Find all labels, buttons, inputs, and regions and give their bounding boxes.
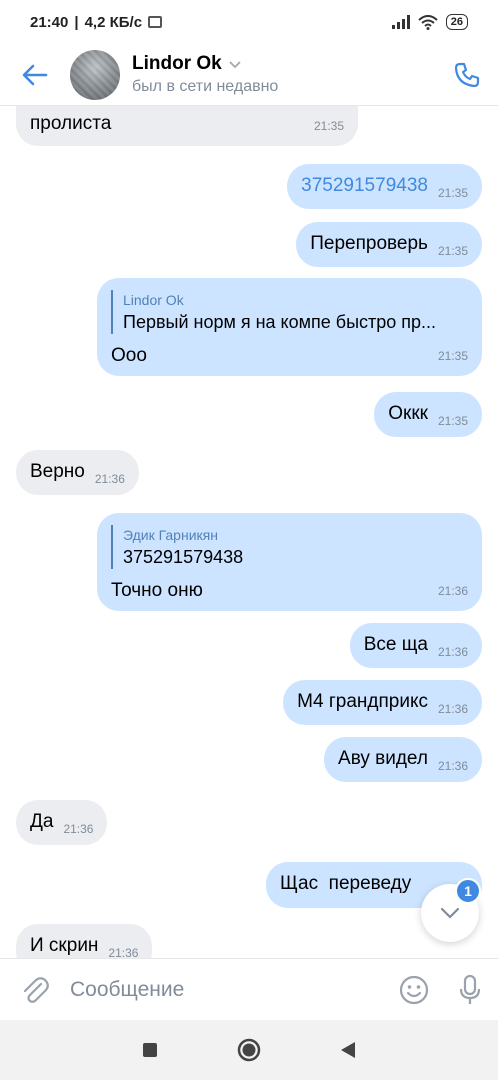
- back-nav-button[interactable]: [328, 1030, 368, 1070]
- notification-icon: [148, 16, 163, 28]
- message-bubble-outgoing[interactable]: Все ща 21:36: [349, 623, 482, 668]
- message-input[interactable]: [70, 977, 386, 1002]
- reply-text: 375291579438: [123, 547, 244, 567]
- arrow-left-icon: [22, 64, 48, 85]
- message-text: М4 грандприкс: [297, 691, 428, 712]
- chat-subtitle: был в сети недавно: [132, 78, 279, 95]
- message-bubble-outgoing[interactable]: Lindor Ok Первый норм я на компе быстро …: [97, 278, 482, 376]
- chat-header: Lindor Ok был в сети недавно: [0, 44, 498, 106]
- message-bubble-outgoing[interactable]: Перепроверь 21:35: [296, 222, 482, 267]
- battery-indicator: 26: [445, 14, 468, 30]
- attach-button[interactable]: [0, 959, 70, 1021]
- reply-text: Первый норм я на компе быстро пр...: [123, 312, 437, 332]
- message-time: 21:35: [437, 186, 468, 200]
- message-bubble-incoming[interactable]: пролиста 21:35: [16, 106, 358, 146]
- message-time: 21:36: [437, 584, 468, 598]
- message-time: 21:35: [437, 244, 468, 258]
- message-time: 21:36: [437, 702, 468, 716]
- message-time: 21:35: [313, 119, 344, 133]
- message-bubble-outgoing[interactable]: Аву видел 21:36: [324, 737, 482, 782]
- status-bar: 21:40 | 4,2 КБ/с 26: [0, 0, 498, 44]
- message-text: Перепроверь: [310, 233, 428, 254]
- message-bubble-outgoing[interactable]: 375291579438 21:35: [287, 164, 482, 209]
- system-nav-bar: [0, 1020, 498, 1080]
- message-text: Оккк: [388, 403, 428, 424]
- back-button[interactable]: [0, 44, 70, 106]
- circle-icon: [237, 1038, 261, 1062]
- unread-badge: 1: [455, 878, 481, 904]
- wifi-icon: [418, 14, 438, 30]
- message-time: 21:36: [437, 645, 468, 659]
- message-list[interactable]: пролиста 21:35 375291579438 21:35 Перепро…: [0, 106, 498, 958]
- chevron-down-icon: [229, 61, 241, 69]
- microphone-button[interactable]: [442, 959, 498, 1021]
- status-right: 26: [391, 14, 468, 30]
- reply-author: Эдик Гарникян: [123, 527, 218, 543]
- message-time: 21:35: [437, 349, 468, 363]
- message-time: 21:36: [108, 946, 139, 958]
- message-bubble-outgoing[interactable]: Оккк 21:35: [374, 392, 482, 437]
- message-text: Все ща: [363, 634, 428, 655]
- phone-icon: [454, 62, 480, 87]
- message-time: 21:36: [437, 759, 468, 773]
- status-time: 21:40: [30, 13, 69, 31]
- message-bubble-incoming[interactable]: Да 21:36: [16, 800, 108, 845]
- message-text: Щас переведу: [280, 873, 412, 894]
- paperclip-icon: [23, 976, 49, 1003]
- square-icon: [142, 1043, 157, 1057]
- message-text: Аву видел: [338, 748, 428, 769]
- signal-icon: [391, 15, 410, 29]
- microphone-icon: [459, 974, 481, 1004]
- reply-quote[interactable]: Эдик Гарникян 375291579438: [111, 525, 468, 569]
- message-time: 21:35: [437, 414, 468, 428]
- chat-title-block[interactable]: Lindor Ok был в сети недавно: [132, 53, 436, 96]
- status-speed: 4,2 КБ/с: [84, 13, 143, 31]
- recents-button[interactable]: [130, 1030, 170, 1070]
- status-left: 21:40 | 4,2 КБ/с: [30, 13, 163, 31]
- message-text: Верно: [30, 461, 85, 482]
- triangle-back-icon: [341, 1042, 356, 1058]
- message-time: 21:36: [94, 472, 125, 486]
- reply-author: Lindor Ok: [123, 292, 184, 308]
- avatar[interactable]: [70, 49, 120, 100]
- message-bubble-incoming[interactable]: Верно 21:36: [16, 450, 139, 495]
- home-button[interactable]: [229, 1030, 269, 1070]
- emoji-button[interactable]: [386, 959, 442, 1021]
- message-bubble-outgoing[interactable]: Эдик Гарникян 375291579438 Точно оню 21:…: [97, 513, 482, 611]
- message-text: И скрин: [30, 935, 99, 956]
- reply-quote[interactable]: Lindor Ok Первый норм я на компе быстро …: [111, 290, 468, 334]
- message-text: пролиста: [30, 113, 112, 134]
- chevron-down-icon: [440, 907, 460, 919]
- message-bubble-outgoing[interactable]: М4 грандприкс 21:36: [283, 680, 482, 725]
- message-bubble-incoming[interactable]: И скрин 21:36: [16, 924, 153, 958]
- phone-link[interactable]: 375291579438: [301, 175, 428, 196]
- message-composer: [0, 958, 498, 1020]
- chat-title: Lindor Ok: [132, 53, 222, 74]
- message-text: Точно оню: [111, 580, 203, 601]
- message-time: 21:36: [63, 822, 94, 836]
- message-text: Да: [30, 811, 54, 832]
- status-separator: |: [74, 13, 79, 31]
- smiley-icon: [399, 975, 429, 1004]
- call-button[interactable]: [436, 44, 498, 106]
- message-text: Ооо: [111, 345, 147, 366]
